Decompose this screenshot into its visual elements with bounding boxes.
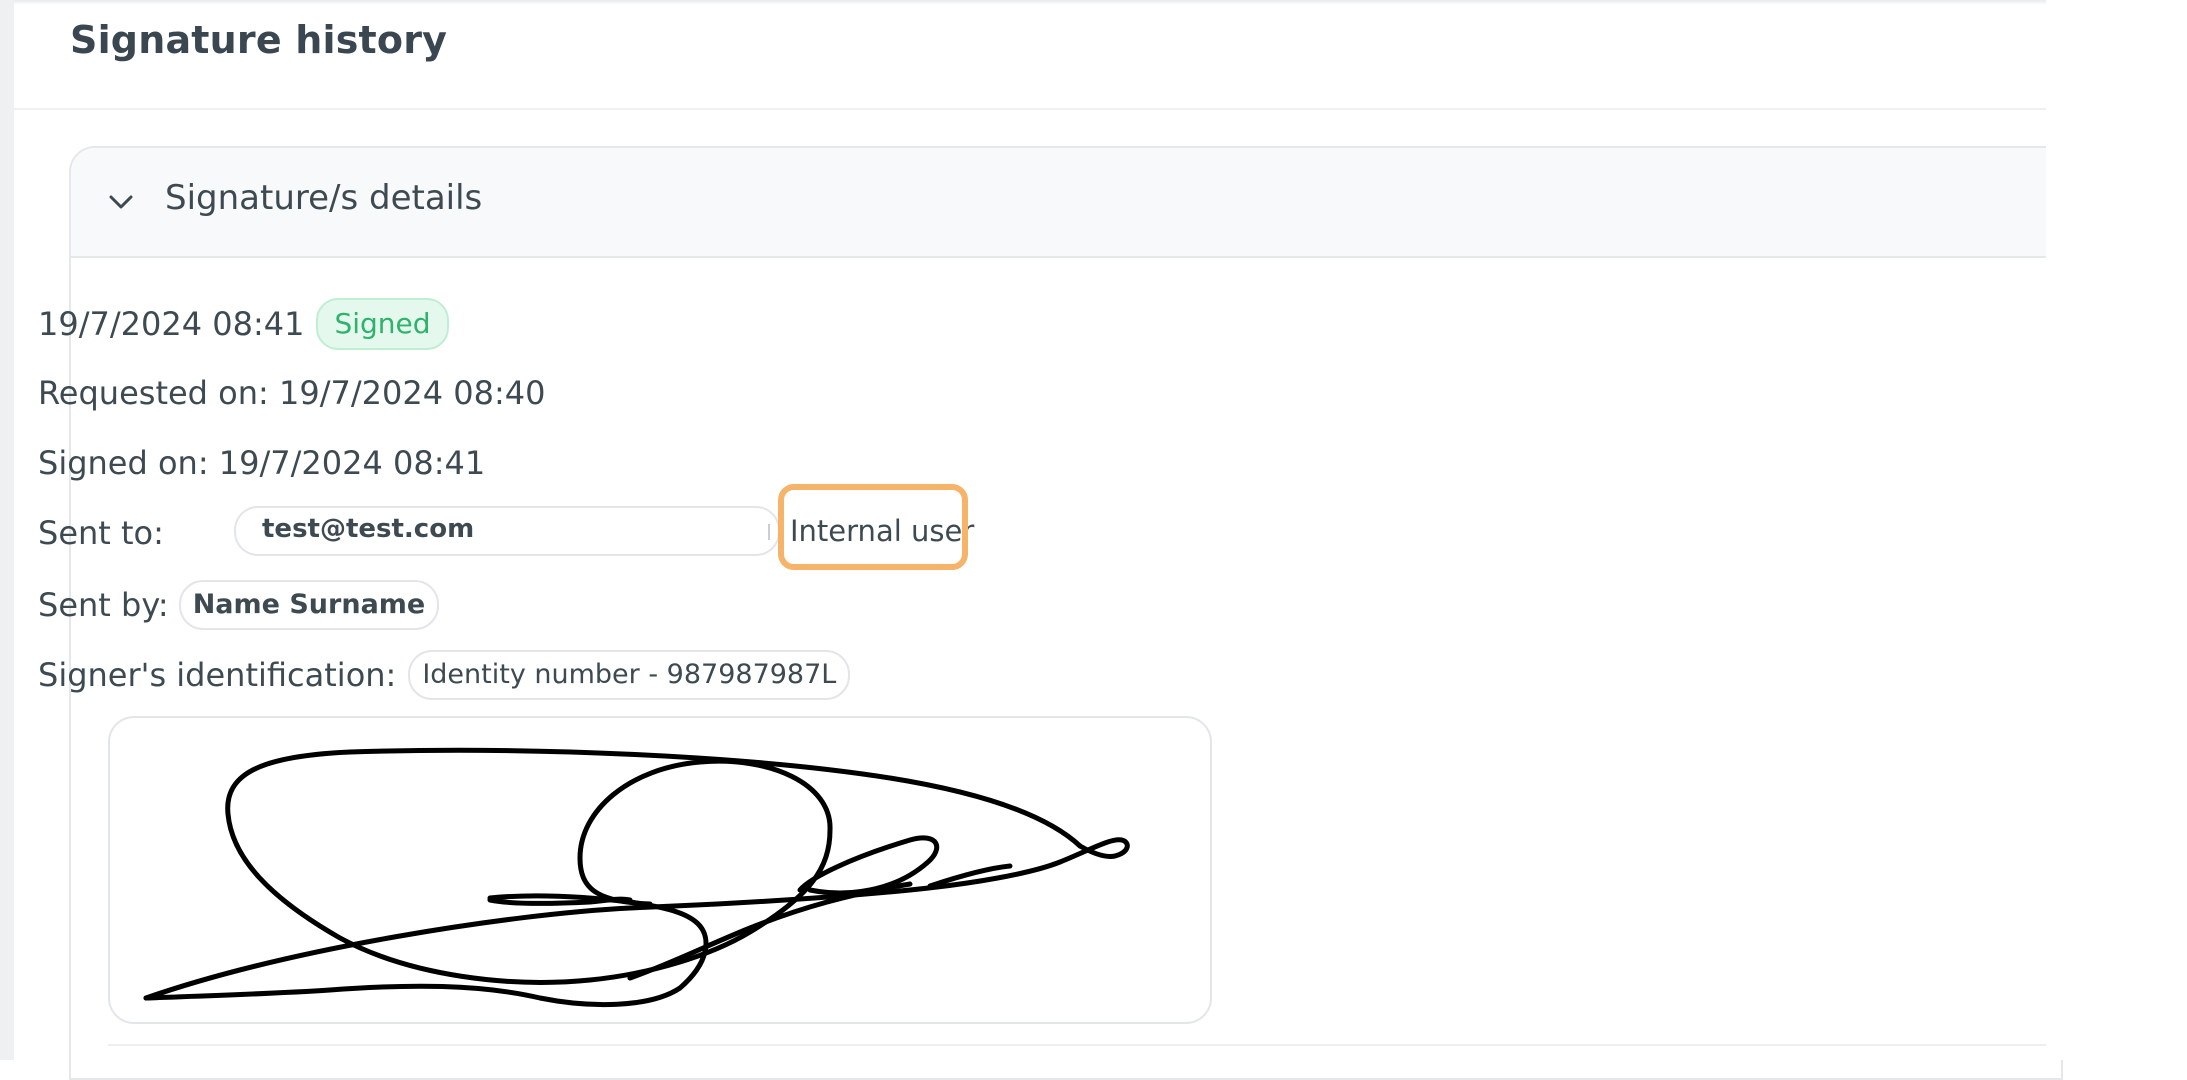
highlight-box: [778, 484, 968, 570]
requested-on-row: Requested on: 19/7/2024 08:40: [38, 374, 545, 412]
section-divider: [108, 1044, 2046, 1046]
sent-by-row: Sent by: Name Surname: [38, 580, 440, 630]
signed-on-text: Signed on: 19/7/2024 08:41: [38, 444, 486, 482]
signature-datetime: 19/7/2024 08:41: [38, 305, 305, 343]
signature-image-box: [108, 716, 1212, 1024]
chevron-down-icon[interactable]: [107, 188, 135, 216]
sent-to-email: test@test.com: [262, 514, 475, 544]
sent-by-chip: Name Surname: [178, 580, 440, 630]
signer-identification-row: Signer's identification: Identity number…: [38, 650, 851, 700]
panel-title: Signature/s details: [165, 178, 483, 218]
requested-on-text: Requested on: 19/7/2024 08:40: [38, 374, 546, 412]
panel-header[interactable]: Signature/s details: [71, 148, 2061, 258]
handwritten-signature: [143, 747, 1130, 1008]
sent-to-row: Sent to:: [38, 514, 164, 552]
top-divider: [14, 0, 2046, 5]
sent-to-email-chip: test@test.com: [234, 506, 780, 556]
signature-datetime-row: 19/7/2024 08:41 Signed: [38, 298, 449, 350]
signer-identification-chip: Identity number - 987987987L: [408, 650, 851, 700]
chip-separator: [768, 524, 770, 540]
left-rail: [0, 0, 14, 1060]
page-title: Signature history: [70, 18, 448, 62]
signer-identification-label: Signer's identification:: [38, 656, 397, 694]
right-blank-area: [2046, 0, 2187, 1060]
sent-to-label: Sent to:: [38, 514, 164, 552]
page-header: Signature history: [14, 6, 2046, 110]
sent-by-label: Sent by:: [38, 586, 169, 624]
signed-on-row: Signed on: 19/7/2024 08:41: [38, 444, 485, 482]
status-badge: Signed: [316, 298, 449, 350]
